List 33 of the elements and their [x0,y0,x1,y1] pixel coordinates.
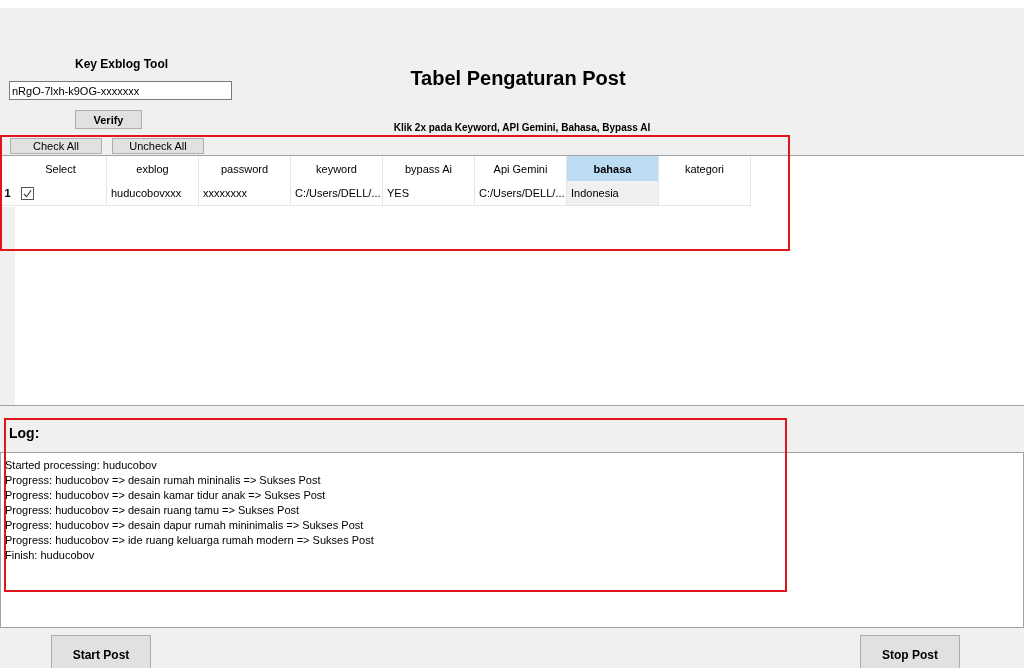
log-line: Progress: huducobov => desain kamar tidur anak => Sukses Post [5,488,327,503]
checkbox-cell[interactable] [15,181,107,206]
checkbox[interactable] [21,186,34,200]
column-header[interactable]: kategori [659,156,751,181]
log-line: Progress: huducobov => desain rumah mininalis => Sukses Post [5,473,322,488]
hint-text: Klik 2x pada Keyword, API Gemini, Bahasa, Bypass AI [393,122,651,134]
log-line: Progress: huducobov => ide ruang keluarga rumah modern => Sukses Post [5,533,375,548]
table-cell[interactable]: Indonesia [567,181,659,206]
column-header[interactable]: exblog [107,156,199,181]
uncheck-all-button[interactable]: Uncheck All [112,138,204,154]
column-header[interactable]: bypass Ai [383,156,475,181]
table-cell[interactable]: xxxxxxxx [199,181,291,206]
column-header[interactable]: Select [15,156,107,181]
start-post-button[interactable]: Start Post [51,635,151,668]
log-line: Progress: huducobov => desain dapur rumah mininimalis => Sukses Post [5,518,365,533]
log-line: Finish: huducobov [5,548,96,563]
column-header[interactable]: password [199,156,291,181]
log-label: Log: [9,425,40,441]
column-header[interactable]: keyword [291,156,383,181]
check-all-button[interactable]: Check All [10,138,102,154]
verify-button[interactable]: Verify [75,110,142,129]
table-cell[interactable]: huducobovxxx [107,181,199,206]
log-line: Started processing: huducobov [5,458,158,473]
row-number: 1 [4,187,11,199]
key-label: Key Exblog Tool [75,56,170,72]
key-input-field[interactable]: nRgO-7lxh-k9OG-xxxxxxx [9,81,232,100]
column-header[interactable]: bahasa [567,156,659,181]
page-title: Tabel Pengaturan Post [410,66,626,91]
stop-post-button[interactable]: Stop Post [860,635,960,668]
table-cell[interactable] [659,181,751,206]
log-line: Progress: huducobov => desain ruang tamu => Sukses Post [5,503,301,518]
table-cell[interactable]: C:/Users/DELL/... [291,181,383,206]
table-cell[interactable]: YES [383,181,475,206]
